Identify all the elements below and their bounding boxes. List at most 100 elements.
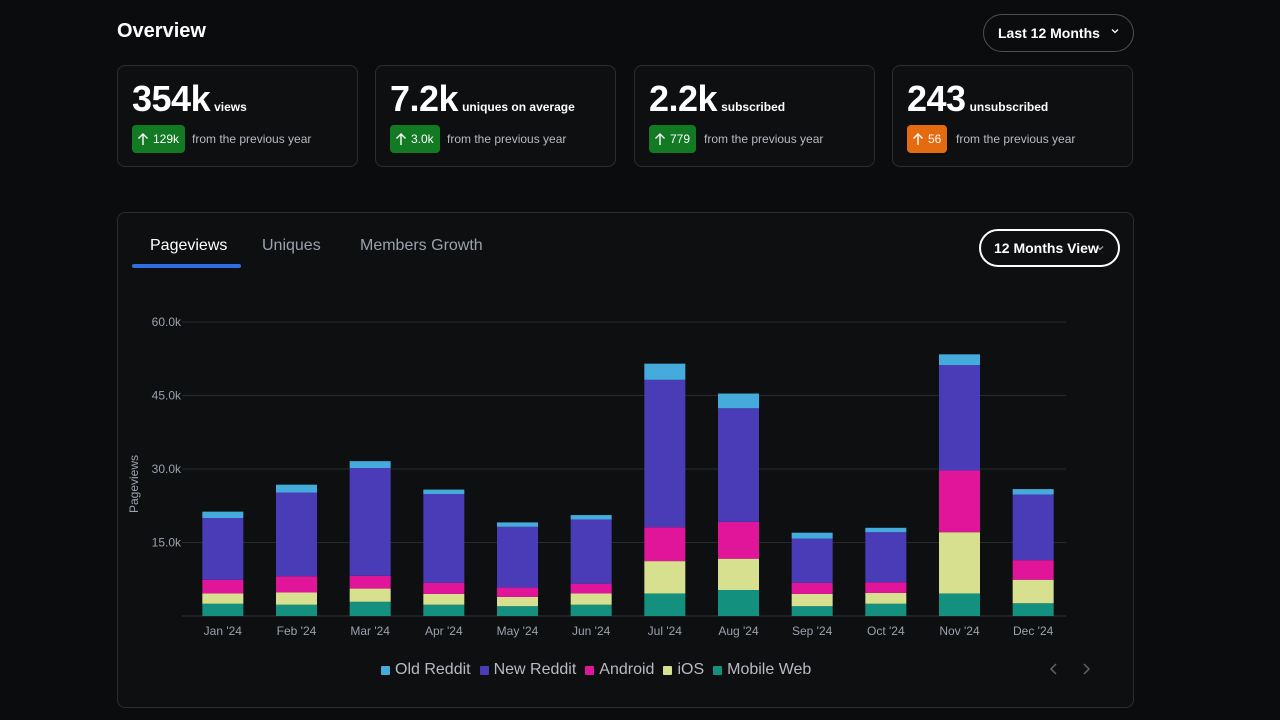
arrow-up-icon	[138, 133, 148, 145]
x-tick-label: Sep '24	[792, 624, 833, 638]
legend-item-new-reddit[interactable]: New Reddit	[479, 661, 577, 679]
bar-segment-android	[497, 587, 538, 597]
y-axis-label: Pageviews	[127, 455, 141, 513]
arrow-up-icon	[913, 133, 923, 145]
x-tick-label: Feb '24	[277, 624, 317, 638]
bar-segment-new-reddit	[1012, 494, 1054, 561]
stat-value: 2.2k	[649, 78, 718, 119]
delta-badge: 3.0k	[390, 125, 440, 153]
bar-segment-mobile-web	[718, 590, 759, 616]
arrow-up-icon	[655, 133, 665, 145]
bar-segment-new-reddit	[865, 532, 907, 583]
date-range-select-label: Last 12 Months	[998, 25, 1100, 41]
chart-legend: Old Reddit New Reddit Android iOS Mobile…	[381, 661, 820, 679]
delta-value: 56	[928, 132, 942, 146]
bar-segment-new-reddit	[497, 526, 538, 588]
delta-text: from the previous year	[704, 132, 824, 146]
tab-uniques[interactable]: Uniques	[262, 237, 321, 255]
legend-swatch	[479, 665, 489, 675]
tab-members-growth[interactable]: Members Growth	[360, 237, 483, 255]
chevron-down-icon	[1096, 246, 1104, 251]
bar-segment-android	[939, 470, 980, 533]
stat-unit: views	[214, 100, 247, 114]
legend-item-old-reddit[interactable]: Old Reddit	[381, 661, 471, 679]
stat-value: 7.2k	[390, 78, 459, 119]
delta-text: from the previous year	[192, 132, 312, 146]
x-tick-label: Jun '24	[572, 624, 611, 638]
bar-segment-android	[276, 576, 317, 593]
bar-segment-new-reddit	[718, 408, 759, 522]
delta-value: 779	[670, 132, 691, 146]
legend-label: Old Reddit	[395, 661, 471, 678]
bar-segment-mobile-web	[202, 603, 244, 616]
delta-value: 3.0k	[411, 132, 434, 146]
x-tick-label: Mar '24	[350, 624, 390, 638]
bar-segment-old-reddit	[791, 532, 833, 539]
bar-segment-new-reddit	[939, 365, 980, 471]
bar-segment-ios	[276, 592, 317, 605]
legend-swatch	[585, 665, 595, 675]
y-tick-label: 60.0k	[152, 315, 182, 329]
date-range-select[interactable]: Last 12 Months	[983, 14, 1134, 52]
bar-segment-new-reddit	[423, 493, 465, 583]
bar-segment-mobile-web	[1012, 603, 1054, 616]
legend-swatch	[713, 665, 723, 675]
bar-segment-new-reddit	[644, 379, 686, 528]
delta-badge: 129k	[132, 125, 186, 153]
y-tick-label: 15.0k	[152, 536, 182, 550]
bar-segment-new-reddit	[276, 492, 317, 577]
legend-item-mobile-web[interactable]: Mobile Web	[713, 661, 811, 679]
pageviews-chart: 15.0k 30.0k 45.0k 60.0k Pageviews Jan '24 Feb …	[127, 315, 1066, 638]
view-range-select-label: 12 Months View	[994, 240, 1099, 256]
bar-segment-android	[865, 582, 907, 593]
bar-segment-old-reddit	[276, 484, 317, 493]
x-tick-label: Aug '24	[718, 624, 759, 638]
bar-segment-new-reddit	[202, 518, 244, 580]
bar-segment-ios	[202, 593, 244, 604]
legend-label: New Reddit	[493, 661, 577, 678]
legend-item-android[interactable]: Android	[585, 661, 654, 679]
chevron-down-icon	[1111, 29, 1119, 34]
bar-segment-android	[202, 579, 244, 594]
bar-segment-android	[423, 582, 465, 594]
bar-segment-android	[570, 583, 612, 594]
chevron-left-icon[interactable]	[1046, 659, 1062, 679]
x-tick-label: Apr '24	[425, 624, 463, 638]
stat-unit: subscribed	[721, 100, 786, 114]
delta-badge: 779	[649, 125, 697, 153]
bar-segment-old-reddit	[497, 522, 538, 527]
legend-label: Android	[599, 661, 655, 678]
bar-segment-old-reddit	[1012, 489, 1054, 495]
chevron-right-icon[interactable]	[1078, 659, 1094, 679]
bar-segment-android	[791, 582, 833, 594]
view-range-select[interactable]: 12 Months View	[979, 229, 1120, 267]
x-tick-label: May '24	[497, 624, 539, 638]
legend-label: iOS	[677, 661, 705, 678]
bar-segment-mobile-web	[276, 604, 317, 616]
legend-label: Mobile Web	[727, 661, 812, 678]
x-tick-label: Oct '24	[867, 624, 905, 638]
bar-segment-ios	[644, 561, 686, 594]
bar-segment-old-reddit	[865, 527, 907, 533]
stat-unit: unsubscribed	[969, 100, 1049, 114]
y-tick-label: 30.0k	[152, 462, 182, 476]
bar-segment-ios	[1012, 579, 1054, 604]
bar-segment-android	[644, 527, 686, 562]
bar-segment-ios	[791, 593, 833, 607]
bar-segment-mobile-web	[865, 603, 907, 616]
legend-item-ios[interactable]: iOS	[663, 661, 704, 679]
bar-segment-android	[349, 575, 391, 589]
bar-segment-old-reddit	[644, 363, 686, 380]
delta-value: 129k	[153, 132, 180, 146]
stat-card-views: 354k views 129k from the previous year	[117, 65, 358, 167]
stat-value: 354k	[132, 78, 211, 119]
x-tick-label: Jan '24	[204, 624, 243, 638]
bar-segment-mobile-web	[791, 606, 833, 616]
bar-segment-mobile-web	[939, 593, 980, 616]
bar-segment-ios	[718, 558, 759, 591]
bar-segment-old-reddit	[570, 515, 612, 520]
active-tab-indicator	[132, 264, 241, 268]
bar-segment-mobile-web	[349, 601, 391, 616]
bar-segment-ios	[865, 592, 907, 604]
tab-pageviews[interactable]: Pageviews	[150, 237, 227, 255]
